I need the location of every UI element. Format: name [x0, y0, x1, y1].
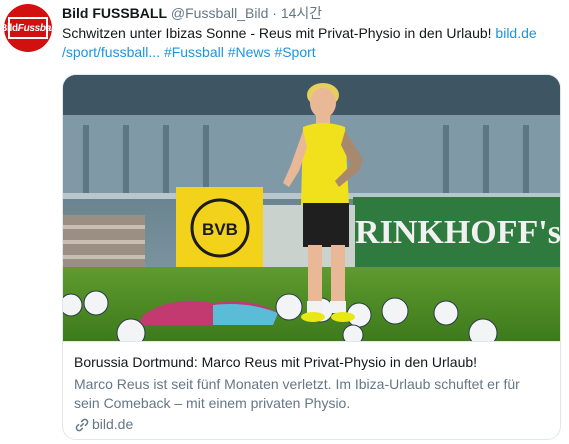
tweet-text: Schwitzen unter Ibizas Sonne - Reus mit …: [62, 24, 562, 62]
tweet-link-path[interactable]: /sport/fussball...: [62, 44, 160, 60]
card-description: Marco Reus ist seit fünf Monaten verletz…: [74, 375, 550, 413]
link-icon: [74, 417, 90, 433]
hashtag-news[interactable]: #News: [228, 44, 271, 60]
tweet-text-body: Schwitzen unter Ibizas Sonne - Reus mit …: [62, 25, 496, 41]
hashtag-sport[interactable]: #Sport: [274, 44, 315, 60]
card-title[interactable]: Borussia Dortmund: Marco Reus mit Privat…: [74, 353, 550, 372]
link-card[interactable]: BVB RINKHOFF's Borussia Dortmund: Marco …: [62, 74, 561, 440]
card-description-line-1: Marco Reus ist seit fünf Monaten verletz…: [74, 376, 520, 392]
training-photo: BVB RINKHOFF's: [63, 75, 561, 341]
display-name[interactable]: Bild FUSSBALL: [62, 5, 167, 21]
logo-text-fussball: Fussball: [17, 22, 52, 34]
tweet[interactable]: Bild Fussball Bild FUSSBALL @Fussball_Bi…: [0, 0, 569, 444]
user-handle[interactable]: @Fussball_Bild: [171, 5, 268, 21]
card-body[interactable]: Borussia Dortmund: Marco Reus mit Privat…: [63, 341, 560, 439]
separator-dot: ·: [272, 5, 277, 21]
logo-text-bild: Bild: [4, 22, 18, 34]
tweet-header: Bild FUSSBALL @Fussball_Bild · 14시간: [62, 4, 322, 22]
card-domain[interactable]: bild.de: [74, 415, 550, 434]
timestamp[interactable]: 14시간: [281, 5, 322, 21]
card-description-line-2: sein Comeback – mit einem privaten Physi…: [74, 395, 351, 411]
bild-fussball-logo: Bild Fussball: [4, 17, 52, 39]
avatar[interactable]: Bild Fussball: [4, 4, 52, 52]
card-domain-text[interactable]: bild.de: [92, 415, 133, 434]
tweet-link-domain[interactable]: bild.de: [495, 25, 536, 41]
card-image[interactable]: BVB RINKHOFF's: [63, 75, 561, 341]
svg-text:RINKHOFF's: RINKHOFF's: [355, 214, 561, 251]
hashtag-fussball[interactable]: #Fussball: [164, 44, 224, 60]
svg-text:BVB: BVB: [202, 220, 238, 239]
